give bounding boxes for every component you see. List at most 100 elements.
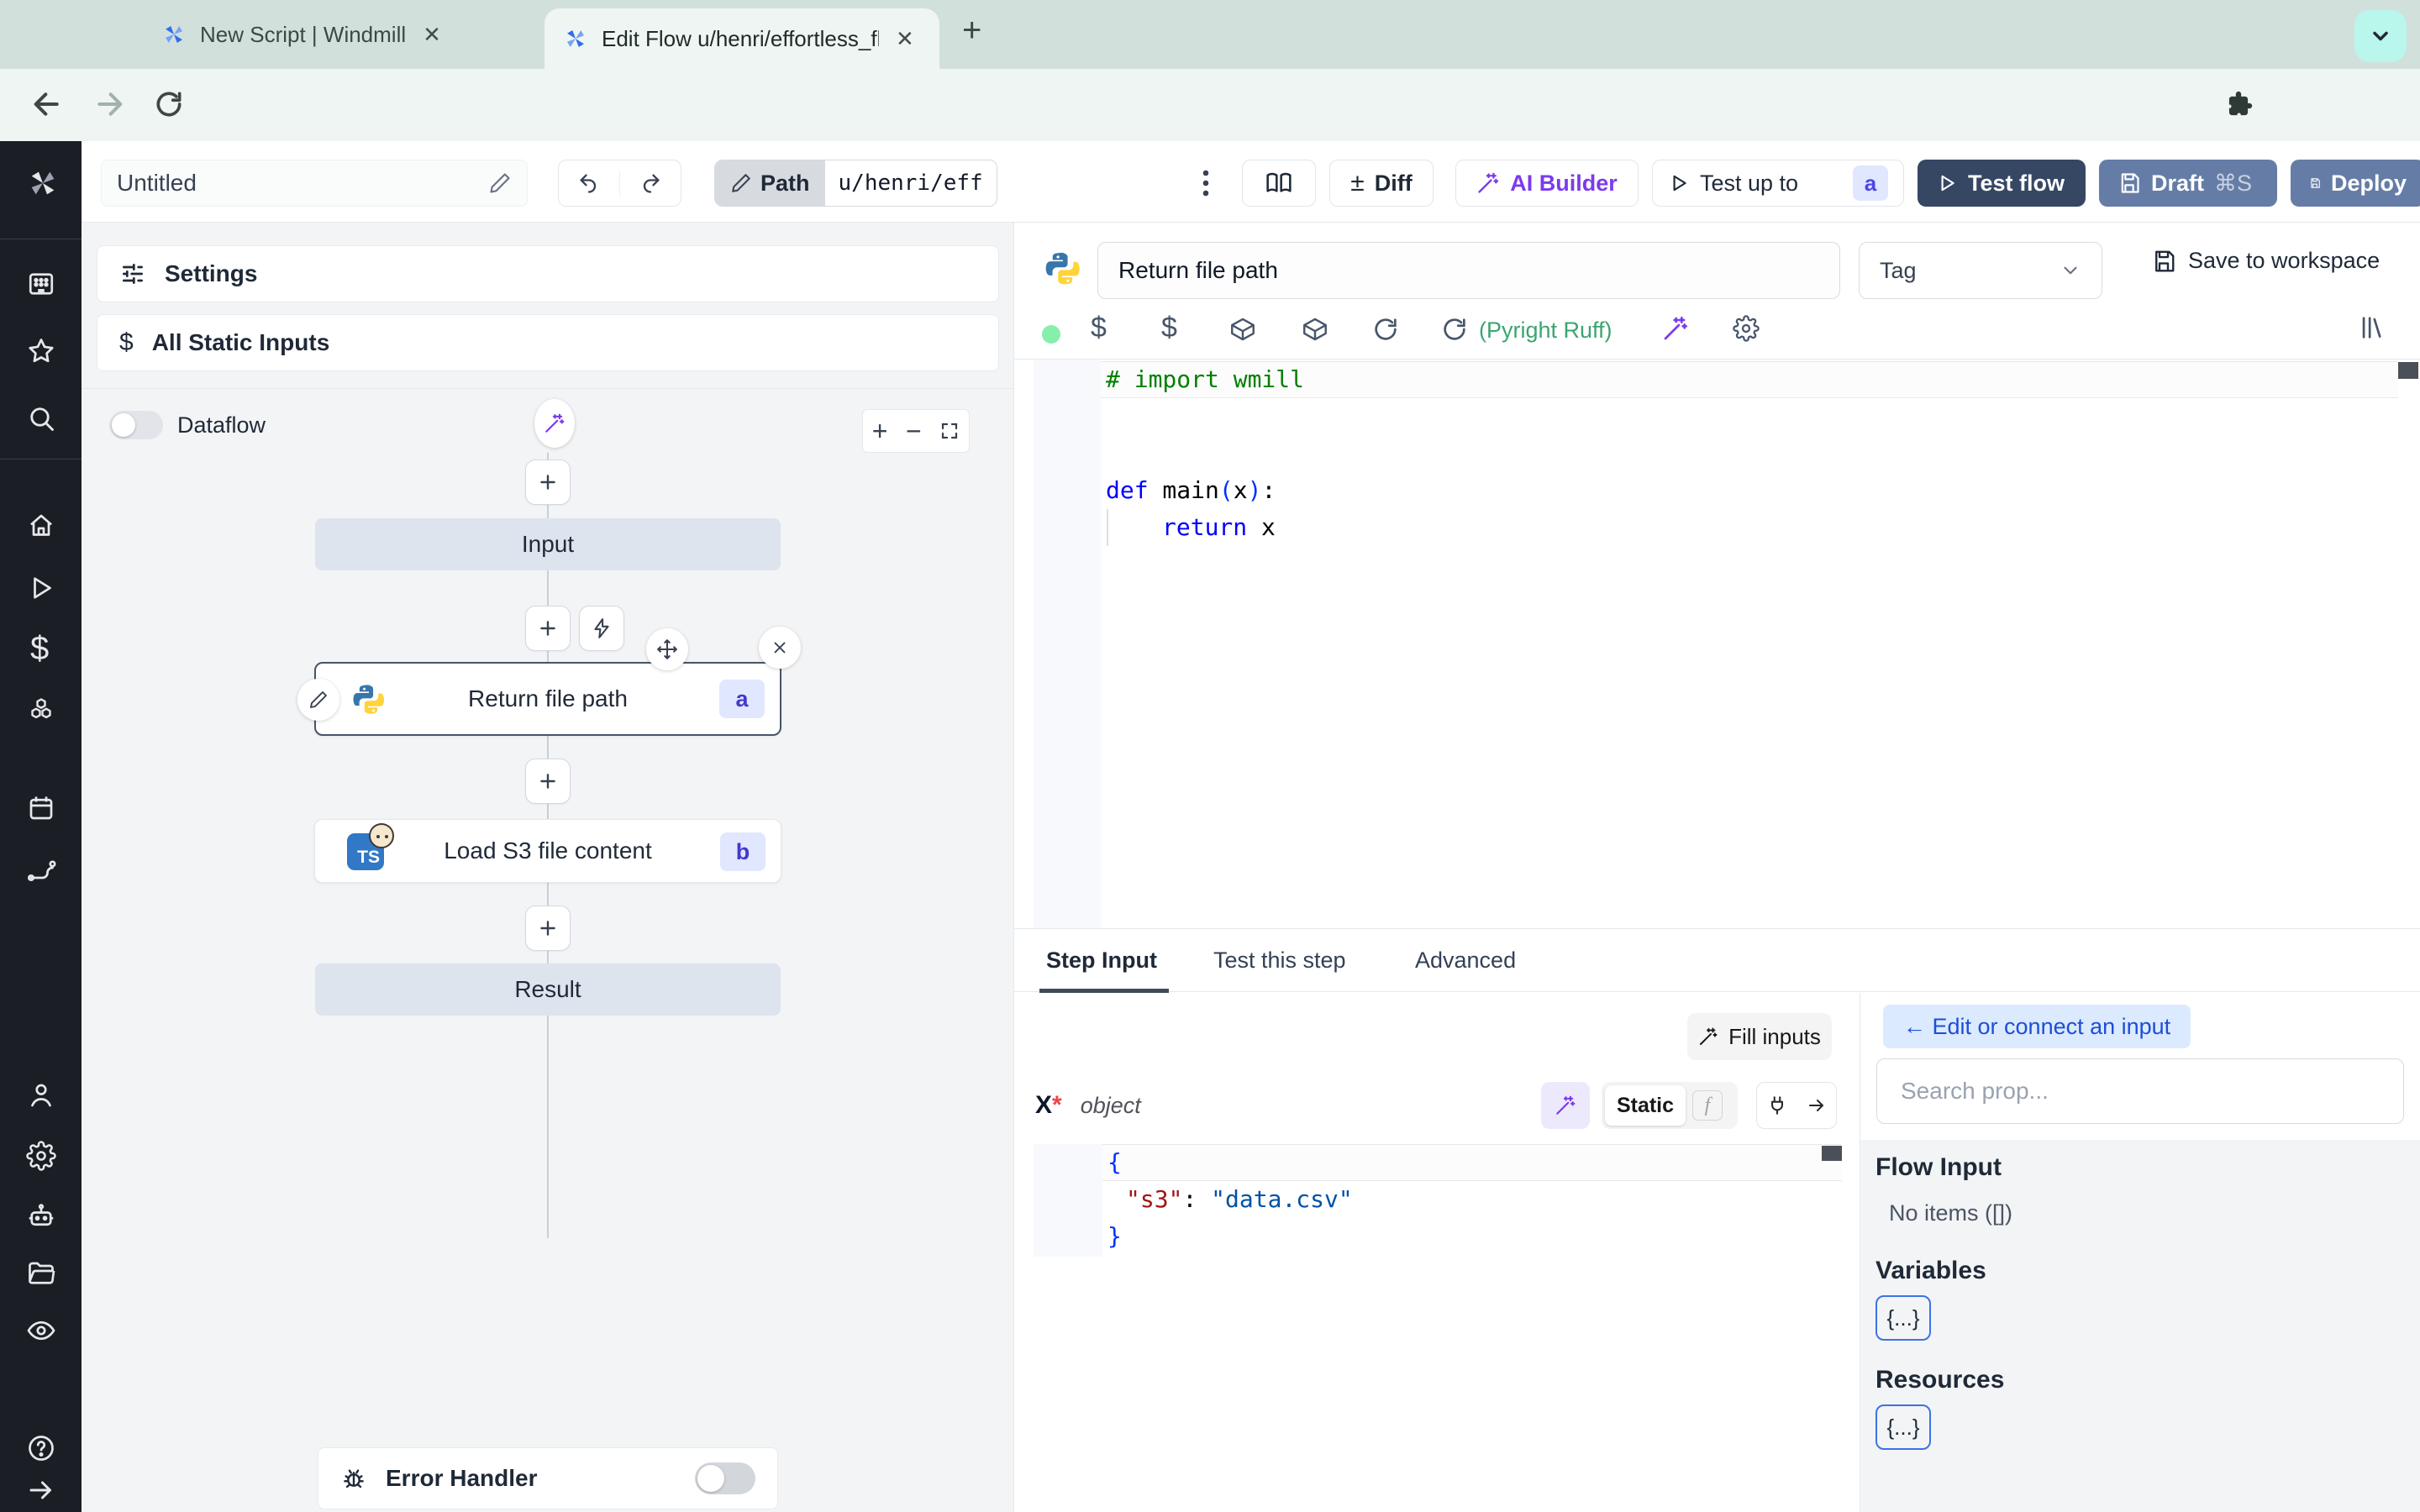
search-icon[interactable]: [26, 403, 56, 433]
test-up-to-step-badge[interactable]: a: [1853, 165, 1888, 201]
flow-graph-canvas[interactable]: Dataflow + − Input Return file path a TS…: [82, 389, 1013, 1512]
save-to-workspace-button[interactable]: Save to workspace: [2151, 248, 2380, 274]
json-line-1[interactable]: {: [1107, 1144, 1122, 1181]
back-icon[interactable]: [30, 87, 64, 121]
code-line-return[interactable]: return x: [1162, 509, 1276, 546]
scrollbar-thumb[interactable]: [1822, 1146, 1842, 1161]
code-editor[interactable]: # import wmill def main(x): return x: [1014, 359, 2420, 929]
path-value[interactable]: u/henri/eff: [824, 160, 997, 206]
variables-dollar-icon[interactable]: $: [30, 630, 49, 668]
redo-button[interactable]: [620, 171, 681, 195]
runs-play-icon[interactable]: [26, 573, 56, 603]
delete-step-button[interactable]: [759, 627, 801, 669]
search-prop-input[interactable]: Search prop...: [1876, 1058, 2404, 1124]
test-flow-button[interactable]: Test flow: [1918, 160, 2086, 207]
more-options-icon[interactable]: [1191, 163, 1221, 203]
schedules-calendar-icon[interactable]: [26, 793, 56, 823]
tab-close-icon[interactable]: ✕: [892, 26, 918, 52]
resources-object-button[interactable]: {...}: [1876, 1404, 1931, 1450]
fill-inputs-button[interactable]: Fill inputs: [1687, 1013, 1832, 1060]
all-static-inputs-card[interactable]: $ All Static Inputs: [97, 314, 999, 371]
forward-icon[interactable]: [92, 87, 126, 121]
undo-button[interactable]: [559, 171, 620, 195]
edit-or-connect-button[interactable]: ← Edit or connect an input: [1883, 1005, 2191, 1048]
zoom-in-button[interactable]: +: [872, 416, 888, 447]
expand-rail-arrow-icon[interactable]: [26, 1475, 56, 1505]
error-handler-toggle[interactable]: [695, 1462, 755, 1494]
routes-icon[interactable]: [26, 855, 56, 885]
step-name-input[interactable]: Return file path: [1097, 242, 1840, 299]
new-tab-button[interactable]: +: [962, 12, 981, 50]
insert-step-button[interactable]: [525, 906, 571, 951]
step-node-b[interactable]: TS Load S3 file content b: [314, 819, 781, 883]
result-node[interactable]: Result: [315, 963, 781, 1016]
home-icon[interactable]: [26, 511, 56, 541]
step-node-a[interactable]: Return file path a: [297, 627, 801, 736]
arg-ai-wand-button[interactable]: [1541, 1082, 1590, 1129]
tab-close-icon[interactable]: ✕: [419, 22, 445, 48]
reload-icon[interactable]: [1371, 315, 1400, 344]
settings-gear-icon[interactable]: [26, 1141, 56, 1171]
resources-cubes-icon[interactable]: [26, 696, 56, 726]
settings-card[interactable]: Settings: [97, 245, 999, 302]
star-icon[interactable]: [26, 336, 56, 366]
package-icon[interactable]: [1228, 315, 1257, 344]
flow-name-field[interactable]: Untitled: [101, 160, 528, 207]
plug-icon[interactable]: [1766, 1095, 1788, 1116]
error-handler-card[interactable]: Error Handler: [318, 1447, 778, 1509]
apps-icon[interactable]: [26, 269, 56, 299]
tab-step-input[interactable]: Step Input: [1046, 948, 1157, 974]
test-up-to-button[interactable]: Test up to a: [1652, 160, 1904, 207]
code-line-comment[interactable]: # import wmill: [1106, 361, 1304, 398]
resource-picker-icon[interactable]: $: [1161, 312, 1177, 344]
path-button[interactable]: Path: [715, 160, 825, 206]
javascript-expr-button[interactable]: f: [1692, 1090, 1723, 1121]
browser-tab-active[interactable]: Edit Flow u/henri/effortless_fl ✕: [544, 8, 939, 69]
workers-robot-icon[interactable]: [26, 1201, 56, 1231]
tab-search-button[interactable]: [2354, 10, 2407, 62]
arrow-right-icon[interactable]: [1807, 1095, 1827, 1116]
audit-eye-icon[interactable]: [26, 1315, 56, 1346]
deploy-button[interactable]: Deploy: [2291, 160, 2420, 207]
variables-object-button[interactable]: {...}: [1876, 1295, 1931, 1341]
editor-settings-gear-icon[interactable]: [1733, 315, 1760, 342]
input-node[interactable]: Input: [315, 518, 781, 570]
insert-step-button[interactable]: [525, 759, 571, 804]
move-step-button[interactable]: [646, 628, 688, 670]
users-icon[interactable]: [26, 1080, 56, 1110]
ai-builder-button[interactable]: AI Builder: [1455, 160, 1639, 207]
lint-status[interactable]: (Pyright Ruff): [1479, 318, 1612, 344]
diff-button[interactable]: ± Diff: [1329, 160, 1434, 207]
edit-step-button[interactable]: [297, 679, 339, 721]
json-line-2[interactable]: "s3": "data.csv": [1126, 1181, 1353, 1218]
flow-ai-wand-button[interactable]: [534, 399, 575, 448]
insert-step-button[interactable]: [525, 606, 571, 651]
reload-icon[interactable]: [153, 88, 185, 120]
tab-advanced[interactable]: Advanced: [1415, 948, 1516, 974]
dataflow-toggle[interactable]: [109, 411, 163, 439]
draft-button[interactable]: Draft ⌘S: [2099, 160, 2277, 207]
reload-icon[interactable]: [1440, 315, 1469, 344]
help-icon[interactable]: [26, 1433, 56, 1463]
insert-step-button[interactable]: [525, 459, 571, 505]
docs-button[interactable]: [1242, 160, 1316, 207]
variable-picker-icon[interactable]: $: [1091, 312, 1107, 344]
extensions-icon[interactable]: [2223, 90, 2254, 122]
tab-test-this-step[interactable]: Test this step: [1213, 948, 1346, 974]
json-line-3[interactable]: }: [1107, 1218, 1122, 1255]
scrollbar-thumb[interactable]: [2398, 362, 2418, 379]
browser-tab-inactive[interactable]: New Script | Windmill ✕: [143, 0, 463, 69]
library-icon[interactable]: [2358, 313, 2386, 342]
windmill-logo[interactable]: [26, 166, 60, 200]
folders-icon[interactable]: [26, 1258, 56, 1289]
edit-pencil-icon[interactable]: [488, 171, 512, 195]
tag-select[interactable]: Tag: [1859, 242, 2102, 299]
code-line-def[interactable]: def main(x):: [1106, 472, 1276, 509]
zoom-out-button[interactable]: −: [906, 416, 922, 447]
package-icon[interactable]: [1301, 315, 1329, 344]
json-input-editor[interactable]: { "s3": "data.csv" }: [1034, 1144, 1842, 1257]
magic-wand-icon[interactable]: [1662, 315, 1689, 342]
path-button-group[interactable]: Path u/henri/eff: [714, 160, 997, 207]
fit-view-icon[interactable]: [939, 421, 960, 441]
insert-trigger-button[interactable]: [579, 606, 624, 651]
